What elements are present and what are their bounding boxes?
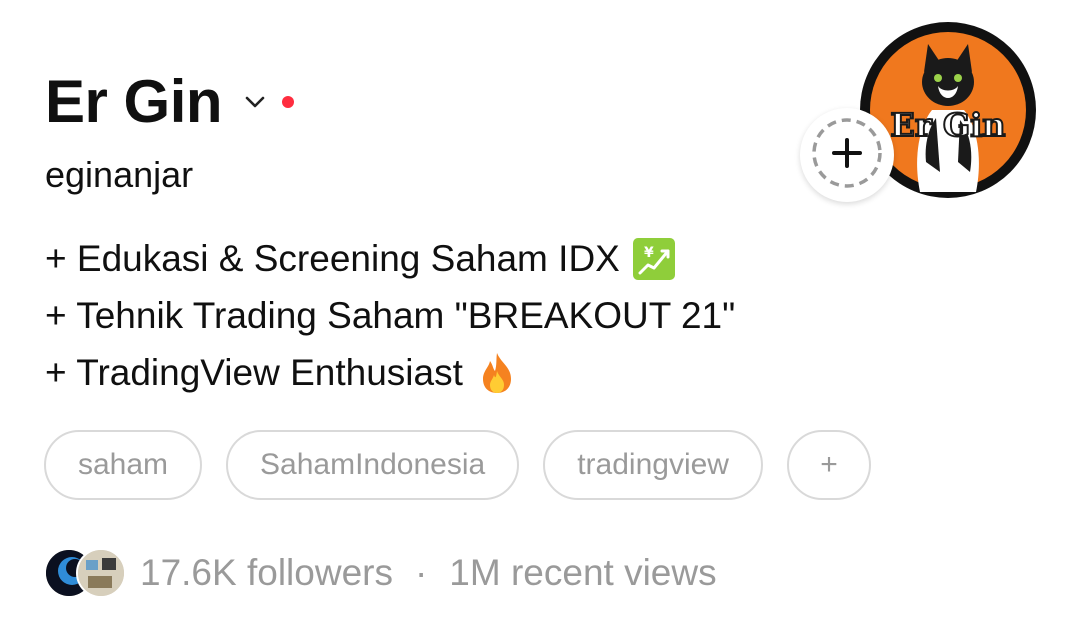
- fire-emoji-icon: [477, 351, 517, 395]
- chart-yen-emoji-icon: ¥: [632, 237, 676, 281]
- add-story-button[interactable]: [800, 108, 894, 202]
- follower-avatars[interactable]: [44, 548, 126, 598]
- stats-separator: ·: [414, 552, 428, 593]
- status-dot: [282, 96, 295, 108]
- svg-text:¥: ¥: [644, 245, 654, 261]
- bio-line-text: + TradingView Enthusiast: [45, 352, 463, 393]
- profile-stats: 17.6K followers · 1M recent views: [44, 548, 717, 598]
- tag-chip[interactable]: SahamIndonesia: [226, 430, 520, 500]
- followers-count[interactable]: 17.6K followers: [140, 552, 393, 594]
- bio-line: + TradingView Enthusiast: [45, 344, 735, 401]
- display-name: Er Gin: [45, 68, 223, 135]
- recent-views: 1M recent views: [449, 552, 717, 593]
- tag-chip[interactable]: tradingview: [543, 430, 763, 500]
- bio-line: + Edukasi & Screening Saham IDX ¥: [45, 230, 735, 287]
- chevron-down-icon[interactable]: [244, 91, 266, 113]
- tag-chip[interactable]: saham: [44, 430, 203, 500]
- username: eginanjar: [45, 154, 194, 195]
- bio: + Edukasi & Screening Saham IDX ¥ + Tehn…: [45, 230, 735, 401]
- add-tag-button[interactable]: +: [786, 430, 871, 500]
- tag-list: saham SahamIndonesia tradingview +: [44, 430, 871, 500]
- avatar-logo-text: Er Gin: [890, 106, 1005, 144]
- bio-line-text: + Tehnik Trading Saham "BREAKOUT 21": [45, 295, 736, 336]
- name-row: Er Gin: [45, 66, 295, 138]
- bio-line: + Tehnik Trading Saham "BREAKOUT 21": [45, 287, 735, 344]
- add-story-icon: [807, 113, 887, 198]
- bio-line-text: + Edukasi & Screening Saham IDX: [45, 238, 620, 279]
- follower-avatar: [76, 548, 126, 598]
